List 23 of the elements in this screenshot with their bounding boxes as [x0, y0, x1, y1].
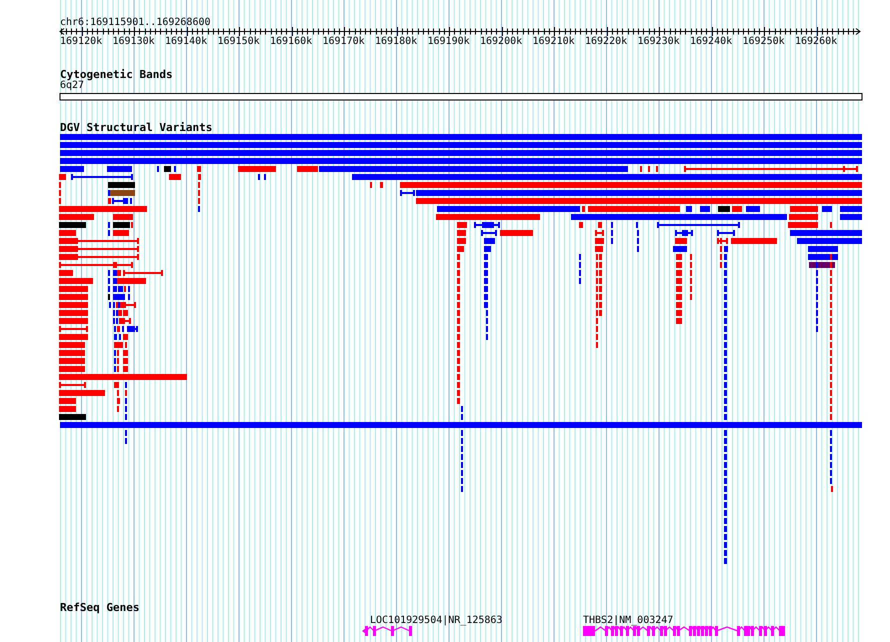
- tick-label: 169160k: [270, 36, 312, 47]
- gene-model: [362, 626, 412, 636]
- track-title: Cytogenetic Bands: [60, 68, 173, 81]
- track-title: RefSeq Genes: [60, 601, 140, 614]
- tick-label: 169220k: [585, 36, 628, 47]
- gene-label: LOC101929504|NR_125863: [370, 615, 502, 626]
- band-label: 6q27: [60, 80, 84, 91]
- tick-label: 169250k: [742, 36, 785, 47]
- track-title: DGV Structural Variants: [60, 121, 212, 134]
- tick-label: 169200k: [480, 36, 522, 47]
- tick-label: 169210k: [532, 36, 575, 47]
- tick-label: 169190k: [428, 36, 470, 47]
- tick-label: 169260k: [795, 36, 838, 47]
- tick-label: 169140k: [165, 36, 208, 47]
- tick-label: 169150k: [218, 36, 260, 47]
- location-label: chr6:169115901..169268600: [60, 17, 211, 28]
- tick-label: 169240k: [690, 36, 732, 47]
- tick-label: 169170k: [322, 36, 365, 47]
- gene-label: THBS2|NM_003247: [583, 615, 674, 626]
- tick-label: 169120k: [60, 36, 102, 47]
- tick-label: 169230k: [638, 36, 680, 47]
- tick-label: 169130k: [112, 36, 155, 47]
- tick-label: 169180k: [375, 36, 418, 47]
